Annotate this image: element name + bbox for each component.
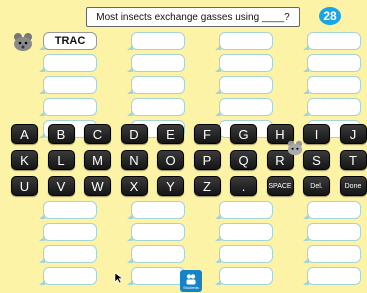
key-g[interactable]: G — [230, 124, 257, 144]
key-s[interactable]: S — [303, 150, 330, 170]
key-dot[interactable]: . — [230, 176, 257, 196]
students-button[interactable]: Students — [180, 270, 202, 292]
answer-box[interactable] — [39, 223, 97, 241]
key-m[interactable]: M — [84, 150, 111, 170]
answer-box[interactable] — [215, 245, 273, 263]
students-icon — [186, 273, 196, 284]
answer-box[interactable] — [303, 98, 361, 116]
key-j[interactable]: J — [339, 124, 367, 144]
answer-box[interactable] — [127, 267, 185, 285]
answer-box[interactable] — [39, 76, 97, 94]
key-x[interactable]: X — [120, 176, 148, 196]
opponent-mouse-icon — [287, 140, 303, 156]
answer-box[interactable] — [303, 223, 361, 241]
key-v[interactable]: V — [47, 176, 75, 196]
answer-box[interactable] — [127, 201, 185, 219]
answer-box[interactable] — [127, 223, 185, 241]
key-deldot[interactable]: Del. — [303, 176, 330, 196]
answer-box[interactable] — [127, 76, 185, 94]
answer-box[interactable] — [39, 54, 97, 72]
answer-box[interactable] — [303, 267, 361, 285]
key-o[interactable]: O — [157, 150, 184, 170]
answer-box[interactable] — [303, 76, 361, 94]
answer-box[interactable] — [303, 245, 361, 263]
answer-box[interactable]: TRAC — [39, 32, 97, 50]
answer-box[interactable] — [215, 267, 273, 285]
answer-box[interactable] — [127, 98, 185, 116]
key-y[interactable]: Y — [157, 176, 184, 196]
answer-box[interactable] — [215, 201, 273, 219]
key-f[interactable]: F — [193, 124, 221, 144]
answer-box[interactable] — [39, 267, 97, 285]
answer-box[interactable] — [215, 76, 273, 94]
key-t[interactable]: T — [339, 150, 367, 170]
answer-box[interactable] — [127, 54, 185, 72]
key-k[interactable]: K — [11, 150, 38, 170]
round-number-badge: 28 — [319, 7, 341, 25]
answer-box[interactable] — [215, 32, 273, 50]
key-a[interactable]: A — [11, 124, 38, 144]
key-u[interactable]: U — [11, 176, 38, 196]
answer-box[interactable] — [127, 245, 185, 263]
mouse-pointer-icon — [114, 272, 124, 284]
key-d[interactable]: D — [120, 124, 148, 144]
answer-box[interactable] — [215, 223, 273, 241]
answer-box[interactable] — [39, 245, 97, 263]
key-n[interactable]: N — [120, 150, 148, 170]
key-l[interactable]: L — [47, 150, 75, 170]
key-done[interactable]: Done — [339, 176, 367, 196]
question-banner: Most insects exchange gasses using ____? — [86, 7, 300, 27]
key-q[interactable]: Q — [230, 150, 257, 170]
answer-box[interactable] — [303, 201, 361, 219]
key-space[interactable]: SPACE — [266, 176, 294, 196]
key-p[interactable]: P — [193, 150, 221, 170]
key-c[interactable]: C — [84, 124, 111, 144]
key-i[interactable]: I — [303, 124, 330, 144]
students-label: Students — [183, 284, 199, 290]
answer-box[interactable] — [303, 54, 361, 72]
answer-box[interactable] — [215, 98, 273, 116]
key-w[interactable]: W — [84, 176, 111, 196]
answer-box[interactable] — [39, 98, 97, 116]
key-z[interactable]: Z — [193, 176, 221, 196]
answer-box[interactable] — [39, 201, 97, 219]
key-e[interactable]: E — [157, 124, 184, 144]
player-mouse-avatar-icon — [14, 33, 32, 51]
key-b[interactable]: B — [47, 124, 75, 144]
answer-box[interactable] — [127, 32, 185, 50]
answer-box[interactable] — [303, 32, 361, 50]
answer-box[interactable] — [215, 54, 273, 72]
